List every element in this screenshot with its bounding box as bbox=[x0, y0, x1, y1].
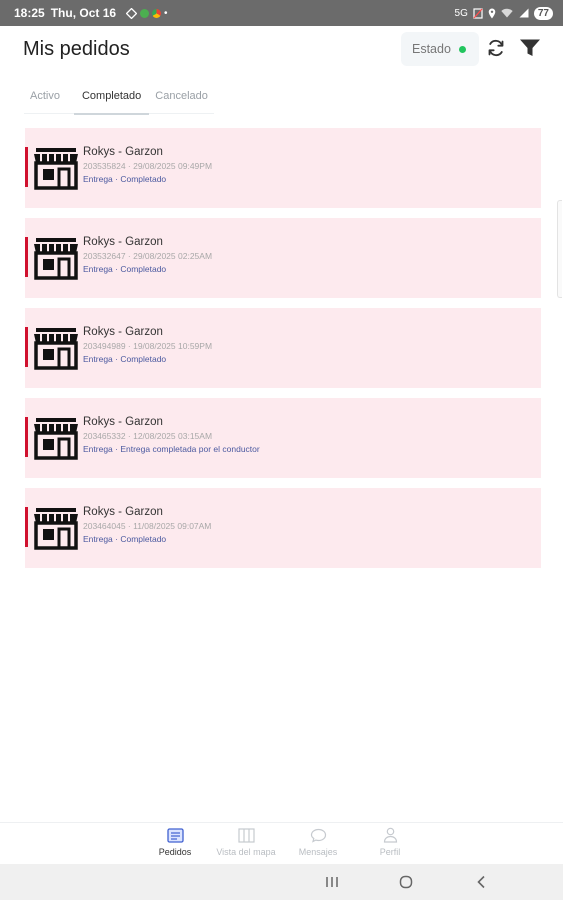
no-sim-icon bbox=[473, 7, 483, 19]
order-card[interactable]: Rokys - Garzon 203494989 · 19/08/2025 10… bbox=[25, 308, 541, 388]
nav-label: Vista del mapa bbox=[216, 847, 276, 857]
nav-item-pedidos[interactable]: Pedidos bbox=[135, 827, 215, 857]
nav-item-mensajes[interactable]: Mensajes bbox=[278, 827, 358, 857]
store-name: Rokys - Garzon bbox=[83, 146, 163, 158]
order-accent-bar bbox=[25, 237, 28, 277]
order-status: Entrega · Completado bbox=[83, 174, 167, 184]
order-status: Entrega · Completado bbox=[83, 264, 167, 274]
store-icon bbox=[34, 238, 78, 280]
store-name: Rokys - Garzon bbox=[83, 236, 163, 248]
refresh-button[interactable] bbox=[484, 36, 508, 60]
order-id-date: 203494989 · 19/08/2025 10:59PM bbox=[83, 341, 213, 351]
edge-panel-handle[interactable] bbox=[557, 200, 562, 298]
notification-icons: • bbox=[126, 7, 168, 19]
order-status: Entrega · Completado bbox=[83, 534, 167, 544]
estado-status-chip[interactable]: Estado bbox=[401, 32, 479, 66]
nav-item-vista-del-mapa[interactable]: Vista del mapa bbox=[206, 827, 286, 857]
store-name: Rokys - Garzon bbox=[83, 506, 163, 518]
status-bar: 18:25 Thu, Oct 16 • 5G 77 bbox=[0, 0, 563, 26]
tab-completado[interactable]: Completado bbox=[73, 80, 150, 115]
order-accent-bar bbox=[25, 417, 28, 457]
order-accent-bar bbox=[25, 147, 28, 187]
map-icon bbox=[237, 827, 255, 843]
status-date: Thu, Oct 16 bbox=[50, 6, 117, 20]
store-icon bbox=[34, 418, 78, 460]
order-id-date: 203535824 · 29/08/2025 09:49PM bbox=[83, 161, 213, 171]
order-card[interactable]: Rokys - Garzon 203465332 · 12/08/2025 03… bbox=[25, 398, 541, 478]
orders-list-icon bbox=[166, 827, 184, 843]
online-status-dot bbox=[458, 45, 466, 53]
order-card[interactable]: Rokys - Garzon 203464045 · 11/08/2025 09… bbox=[25, 488, 541, 568]
store-icon bbox=[34, 328, 78, 370]
store-name: Rokys - Garzon bbox=[83, 326, 163, 338]
chrome-app-icon bbox=[152, 8, 162, 18]
page-title: Mis pedidos bbox=[23, 38, 130, 60]
network-type-label: 5G bbox=[454, 7, 468, 19]
order-card[interactable]: Rokys - Garzon 203535824 · 29/08/2025 09… bbox=[25, 128, 541, 208]
order-accent-bar bbox=[25, 507, 28, 547]
status-time: 18:25 bbox=[14, 6, 45, 20]
order-id-date: 203465332 · 12/08/2025 03:15AM bbox=[83, 431, 213, 441]
order-card[interactable]: Rokys - Garzon 203532647 · 29/08/2025 02… bbox=[25, 218, 541, 298]
back-button[interactable] bbox=[473, 874, 489, 890]
more-notifications-icon: • bbox=[164, 7, 168, 19]
order-id-date: 203464045 · 11/08/2025 09:07AM bbox=[83, 521, 212, 531]
recent-apps-icon bbox=[326, 877, 338, 887]
battery-indicator: 77 bbox=[533, 6, 553, 20]
bottom-navigation: Pedidos Vista del mapa Mensajes Perfil bbox=[0, 822, 563, 864]
nav-item-perfil[interactable]: Perfil bbox=[350, 827, 430, 857]
order-status: Entrega · Completado bbox=[83, 354, 167, 364]
app-header: Mis pedidos Estado bbox=[0, 26, 563, 74]
tab-activo[interactable]: Activo bbox=[24, 80, 66, 114]
order-list: Rokys - Garzon 203535824 · 29/08/2025 09… bbox=[25, 128, 541, 578]
store-icon bbox=[34, 148, 78, 190]
signal-icon bbox=[519, 8, 529, 18]
order-status: Entrega · Entrega completada por el cond… bbox=[83, 444, 260, 454]
nav-label: Perfil bbox=[379, 847, 401, 857]
home-button[interactable] bbox=[398, 874, 414, 890]
nav-label: Pedidos bbox=[158, 847, 192, 857]
filter-button[interactable] bbox=[518, 36, 542, 60]
order-accent-bar bbox=[25, 327, 28, 367]
filter-icon bbox=[520, 39, 540, 56]
order-status-tabs: Activo Completado Cancelado bbox=[24, 80, 214, 115]
back-chevron-icon bbox=[477, 875, 485, 889]
diamond-app-icon bbox=[126, 7, 138, 19]
tab-cancelado[interactable]: Cancelado bbox=[149, 80, 214, 114]
system-navigation-bar bbox=[0, 864, 563, 900]
location-icon bbox=[488, 8, 496, 18]
estado-label: Estado bbox=[412, 42, 451, 56]
store-icon bbox=[34, 508, 78, 550]
home-circle-icon bbox=[399, 875, 413, 889]
person-icon bbox=[381, 827, 399, 843]
chat-bubble-icon bbox=[309, 827, 327, 843]
refresh-icon bbox=[488, 40, 504, 56]
nav-label: Mensajes bbox=[298, 847, 338, 857]
green-app-icon bbox=[140, 8, 150, 18]
store-name: Rokys - Garzon bbox=[83, 416, 163, 428]
recent-apps-button[interactable] bbox=[324, 874, 340, 890]
order-id-date: 203532647 · 29/08/2025 02:25AM bbox=[83, 251, 213, 261]
wifi-icon bbox=[501, 8, 513, 18]
